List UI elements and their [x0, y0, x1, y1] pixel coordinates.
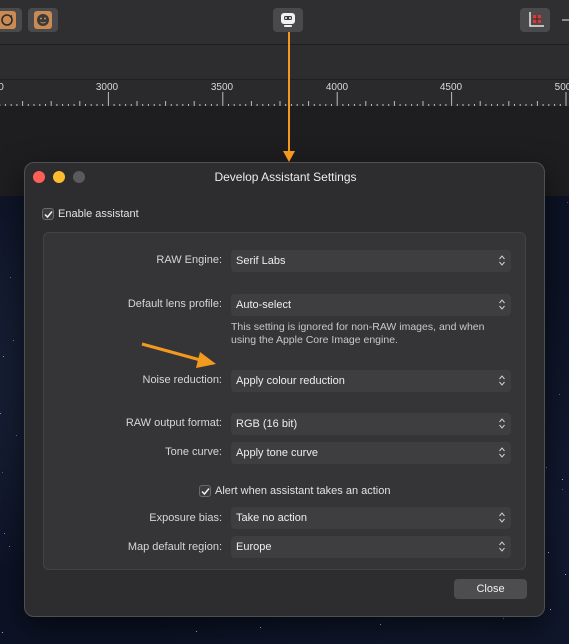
- settings-group: RAW Engine: Serif Labs Default lens prof…: [43, 232, 526, 570]
- toolbar: [0, 0, 569, 44]
- ruler-ticks: [0, 92, 567, 106]
- map-region-value: Europe: [236, 541, 272, 553]
- raw-output-select[interactable]: RGB (16 bit): [231, 413, 511, 435]
- chevron-updown-icon: [499, 255, 505, 266]
- star: [548, 552, 549, 553]
- lens-profile-select[interactable]: Auto-select: [231, 294, 511, 316]
- toolbar-rotate-icon: [0, 11, 16, 29]
- chevron-updown-icon: [499, 299, 505, 310]
- star: [559, 394, 560, 395]
- noise-reduction-label: Noise reduction:: [142, 374, 223, 386]
- lens-profile-note-line1: This setting is ignored for non-RAW imag…: [231, 321, 485, 333]
- noise-reduction-value: Apply colour reduction: [236, 375, 345, 387]
- enable-assistant-checkbox[interactable]: [42, 208, 54, 220]
- star: [2, 632, 3, 633]
- star: [546, 467, 547, 468]
- star: [562, 489, 563, 490]
- tone-curve-label: Tone curve:: [165, 446, 222, 458]
- raw-engine-label: RAW Engine:: [156, 254, 222, 266]
- close-button[interactable]: Close: [454, 579, 527, 599]
- toolbar-face-icon: [34, 11, 52, 29]
- star: [550, 609, 551, 610]
- develop-assistant-button[interactable]: [273, 8, 303, 32]
- enable-assistant-label: Enable assistant: [58, 208, 139, 220]
- toolbar-overflow-mark: [562, 19, 569, 21]
- tone-curve-value: Apply tone curve: [236, 447, 318, 459]
- chevron-updown-icon: [499, 418, 505, 429]
- checkmark-icon: [201, 488, 210, 496]
- crop-grid-button[interactable]: [520, 8, 550, 32]
- context-bar: [0, 45, 569, 79]
- raw-output-label: RAW output format:: [125, 417, 222, 429]
- star: [4, 533, 5, 534]
- alert-action-label: Alert when assistant takes an action: [215, 485, 391, 497]
- exposure-bias-value: Take no action: [236, 512, 307, 524]
- star: [260, 627, 261, 628]
- horizontal-ruler: 0 3000 3500 4000 4500 500: [0, 79, 569, 106]
- chevron-updown-icon: [499, 375, 505, 386]
- map-region-label: Map default region:: [127, 541, 222, 553]
- star: [16, 435, 17, 436]
- dialog-title: Develop Assistant Settings: [214, 170, 357, 184]
- star: [196, 631, 197, 632]
- tone-curve-select[interactable]: Apply tone curve: [231, 442, 511, 464]
- star: [567, 202, 568, 203]
- chevron-updown-icon: [499, 512, 505, 523]
- lens-profile-note-line2: using the Apple Core Image engine.: [231, 334, 398, 346]
- develop-assistant-icon: [281, 13, 295, 27]
- star: [562, 479, 563, 480]
- lens-profile-value: Auto-select: [236, 299, 292, 311]
- raw-engine-value: Serif Labs: [236, 255, 286, 267]
- chevron-updown-icon: [499, 447, 505, 458]
- star: [3, 356, 4, 357]
- exposure-bias-label: Exposure bias:: [149, 512, 222, 524]
- chevron-updown-icon: [499, 541, 505, 552]
- star: [10, 277, 11, 278]
- star: [0, 413, 1, 414]
- star: [380, 624, 381, 625]
- star: [565, 574, 566, 575]
- star: [2, 472, 3, 473]
- checkmark-icon: [44, 211, 53, 219]
- noise-reduction-select[interactable]: Apply colour reduction: [231, 370, 511, 392]
- raw-output-value: RGB (16 bit): [236, 418, 298, 430]
- raw-engine-select[interactable]: Serif Labs: [231, 250, 511, 272]
- develop-assistant-dialog: Develop Assistant Settings Enable assist…: [24, 162, 545, 617]
- star: [503, 618, 504, 619]
- lens-profile-label: Default lens profile:: [127, 298, 222, 310]
- alert-action-checkbox[interactable]: [199, 485, 211, 497]
- star: [13, 340, 14, 341]
- exposure-bias-select[interactable]: Take no action: [231, 507, 511, 529]
- map-region-select[interactable]: Europe: [231, 536, 511, 558]
- crop-grid-icon: [529, 12, 544, 27]
- star: [9, 546, 10, 547]
- toolbar-rotate-button[interactable]: [0, 8, 22, 32]
- toolbar-face-button[interactable]: [28, 8, 58, 32]
